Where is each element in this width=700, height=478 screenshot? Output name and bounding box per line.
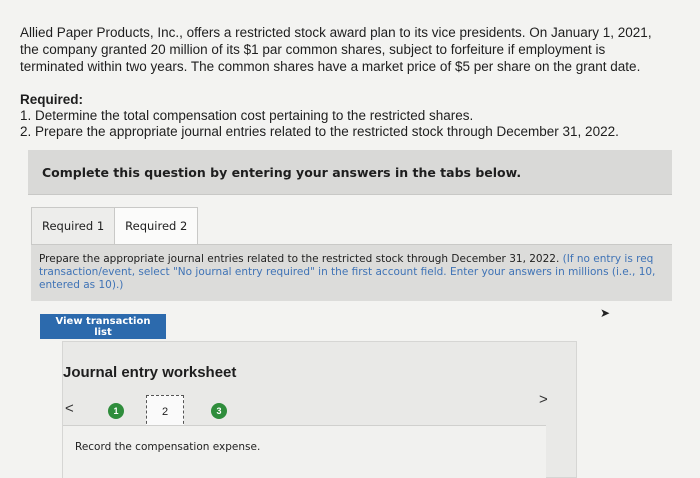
mouse-cursor-icon: ➤ xyxy=(600,306,611,320)
tab-required-1[interactable]: Required 1 xyxy=(31,207,116,245)
worksheet-title: Journal entry worksheet xyxy=(63,364,237,381)
record-instruction-box: Record the compensation expense. xyxy=(63,425,546,478)
journal-entry-worksheet: Journal entry worksheet < 1 2 3 > Record… xyxy=(62,341,577,478)
panel-text: Prepare the appropriate journal entries … xyxy=(39,253,671,292)
tab-bar: Required 1 Required 2 xyxy=(31,207,199,245)
required-heading: Required: xyxy=(20,92,84,107)
problem-text: Allied Paper Products, Inc., offers a re… xyxy=(20,25,652,74)
required-item-2: 2. Prepare the appropriate journal entri… xyxy=(20,124,619,139)
tab-required-2[interactable]: Required 2 xyxy=(114,207,199,245)
record-instruction-text: Record the compensation expense. xyxy=(75,441,261,453)
view-transaction-list-button[interactable]: View transaction list xyxy=(40,314,166,339)
chevron-right-icon[interactable]: > xyxy=(539,391,548,408)
chevron-left-icon[interactable]: < xyxy=(65,400,74,417)
step-2-current[interactable]: 2 xyxy=(146,395,184,429)
required-section: Required: 1. Determine the total compens… xyxy=(20,92,670,140)
step-3-badge[interactable]: 3 xyxy=(211,403,227,419)
instructions-panel: Prepare the appropriate journal entries … xyxy=(31,244,672,301)
panel-main-text: Prepare the appropriate journal entries … xyxy=(39,253,560,265)
instruction-text: Complete this question by entering your … xyxy=(42,165,522,180)
required-item-1: 1. Determine the total compensation cost… xyxy=(20,108,474,123)
instruction-bar: Complete this question by entering your … xyxy=(28,150,672,195)
step-1-badge[interactable]: 1 xyxy=(108,403,124,419)
